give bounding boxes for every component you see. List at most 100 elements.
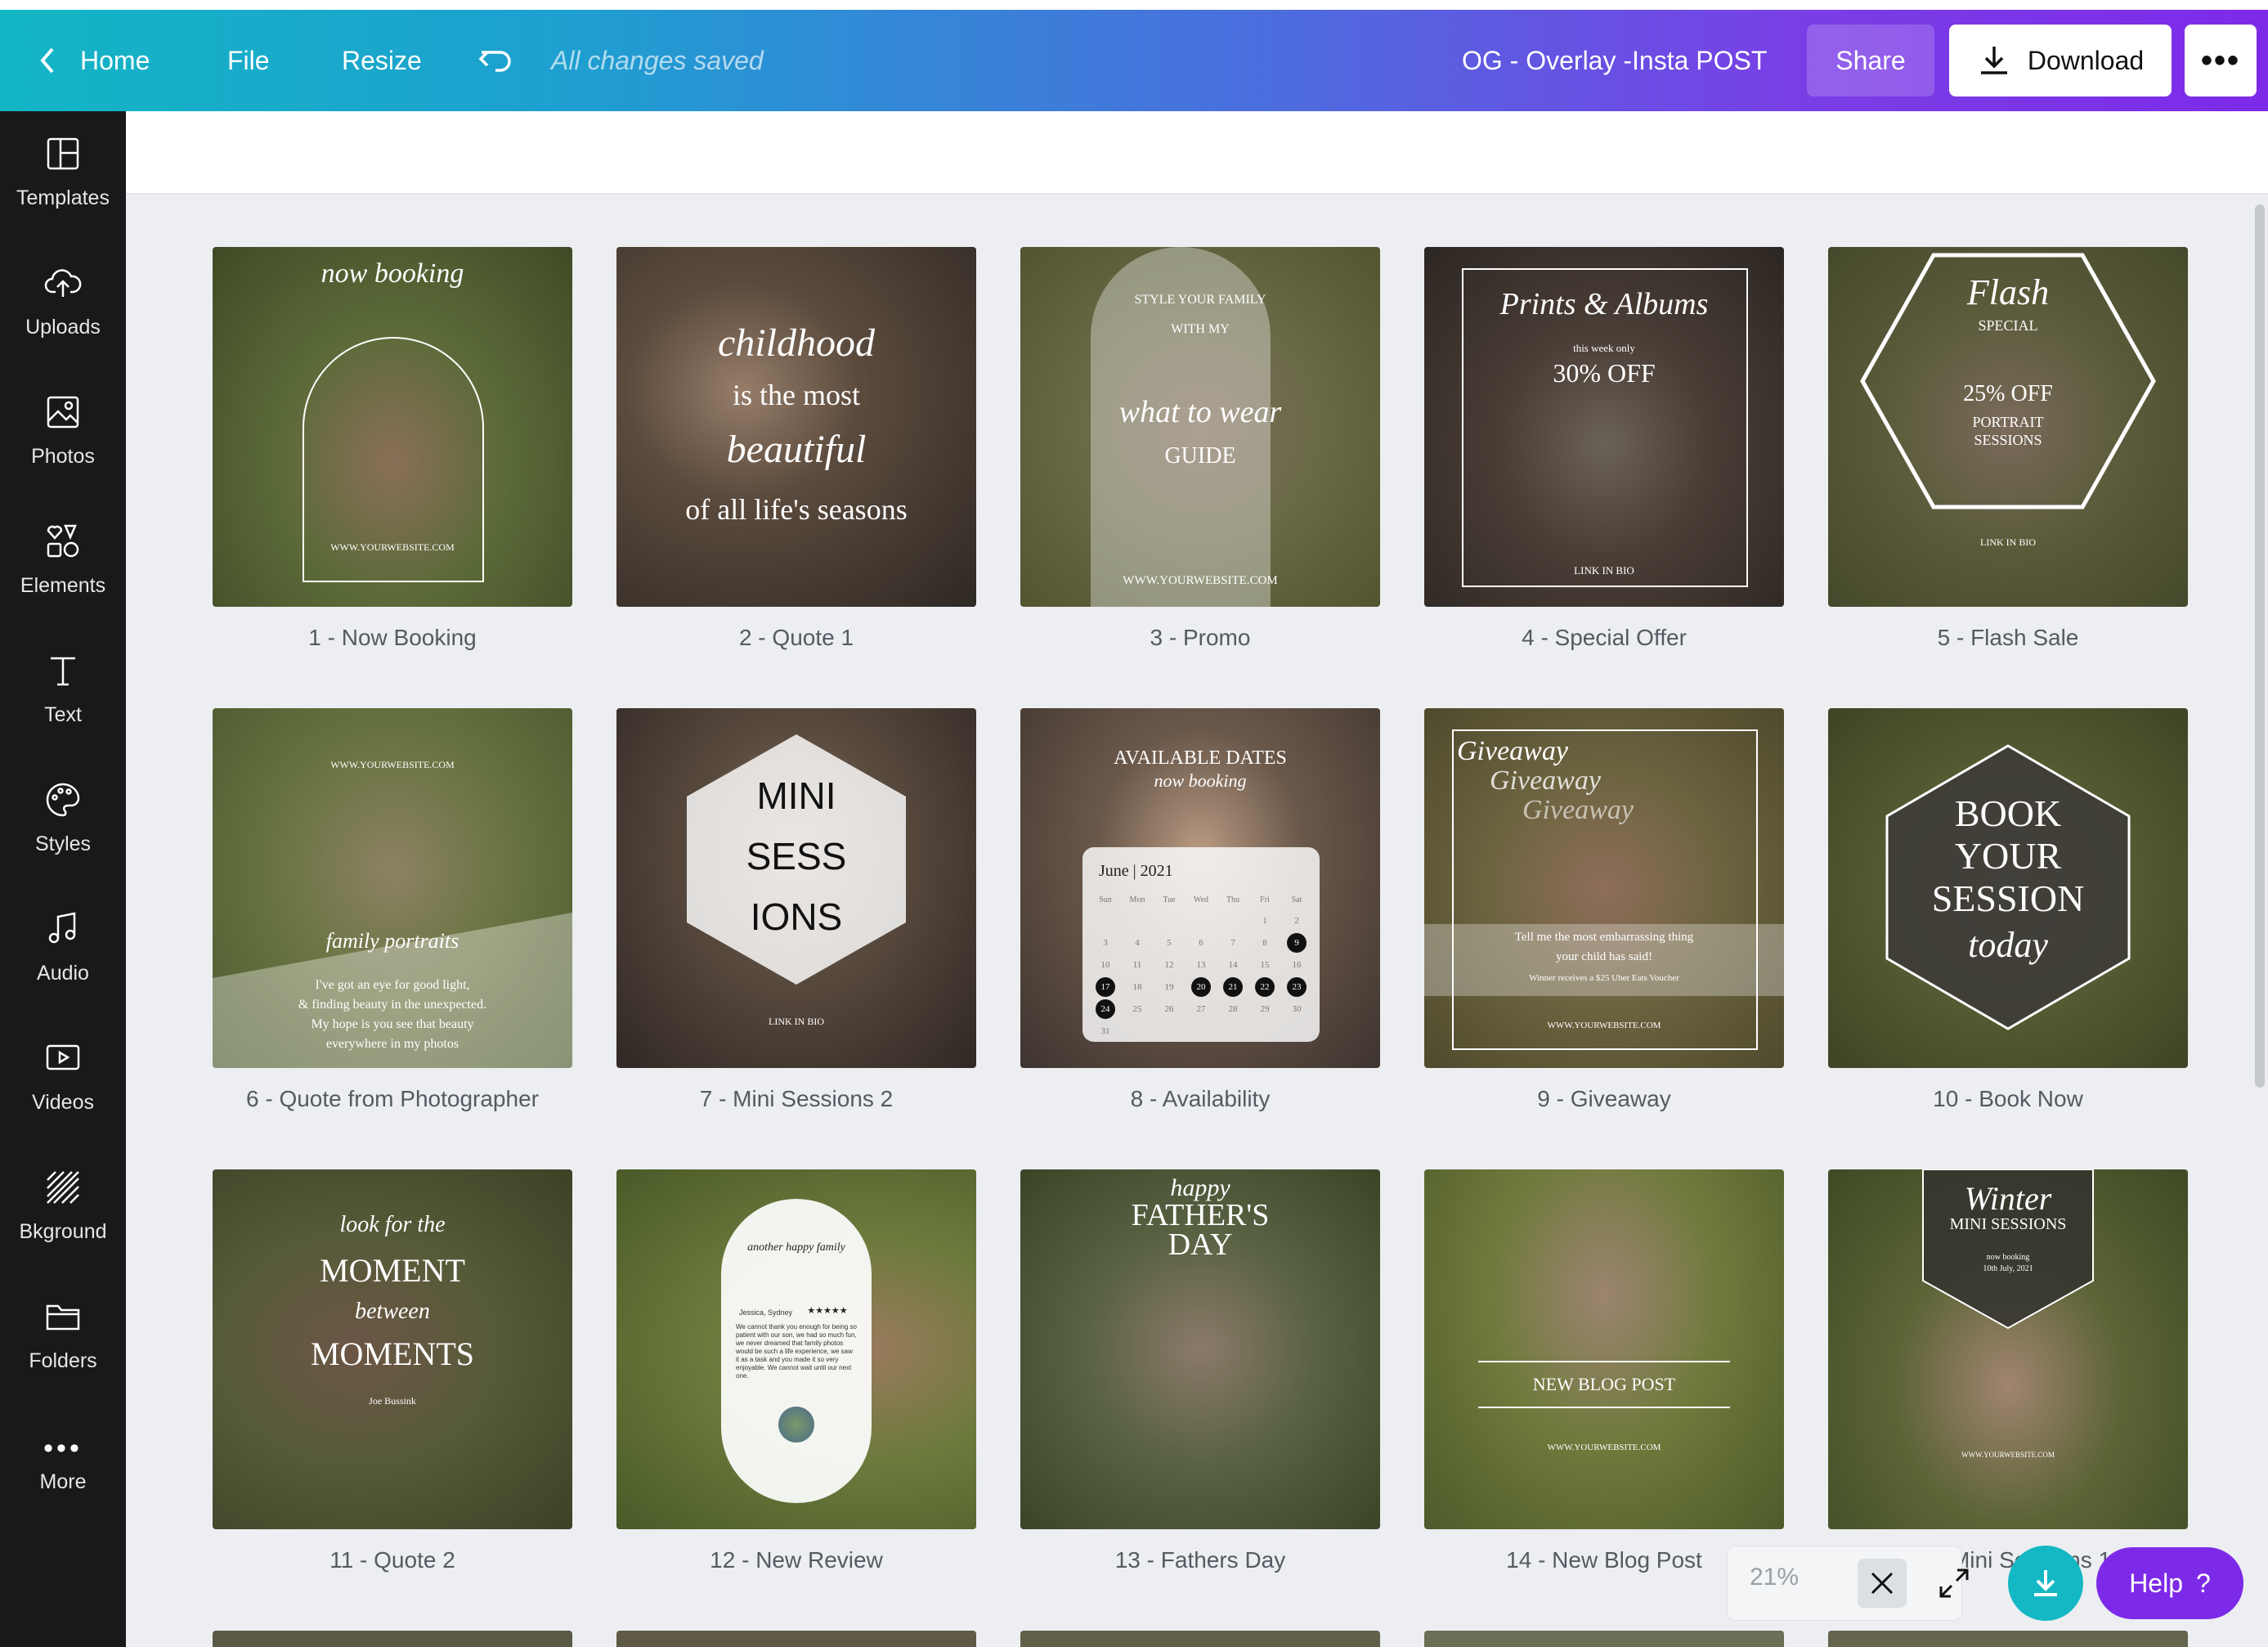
- close-icon: [1871, 1572, 1894, 1595]
- card-url: WWW.YOURWEBSITE.COM: [1547, 1443, 1661, 1452]
- page-label[interactable]: 9 - Giveaway: [1424, 1086, 1784, 1112]
- page-thumbnail-8[interactable]: AVAILABLE DATES now booking June | 2021 …: [1020, 708, 1380, 1068]
- page-label[interactable]: 11 - Quote 2: [213, 1547, 572, 1573]
- page-label[interactable]: 8 - Availability: [1020, 1086, 1380, 1112]
- calendar-day: [1223, 911, 1243, 931]
- calendar-week: 17 18 19 20 21 22 23: [1096, 976, 1307, 998]
- page-label[interactable]: 6 - Quote from Photographer: [213, 1086, 572, 1112]
- page-thumbnail-1[interactable]: now booking WWW.YOURWEBSITE.COM: [213, 247, 572, 607]
- page-label[interactable]: 7 - Mini Sessions 2: [616, 1086, 976, 1112]
- page-thumbnail-5[interactable]: Flash SPECIAL 25% OFF PORTRAIT SESSIONS …: [1828, 247, 2188, 607]
- page-label[interactable]: 13 - Fathers Day: [1020, 1547, 1380, 1573]
- page-thumbnail-2[interactable]: childhood is the most beautiful of all l…: [616, 247, 976, 607]
- flash-line-2: SESSIONS: [1974, 432, 2042, 448]
- sidebar-item-uploads[interactable]: Uploads: [0, 240, 126, 363]
- sidebar-item-label: Photos: [31, 445, 95, 468]
- calendar-day: 21: [1223, 976, 1243, 997]
- page-label[interactable]: 1 - Now Booking: [213, 625, 572, 651]
- sidebar-item-elements[interactable]: Elements: [0, 499, 126, 622]
- page-label[interactable]: 2 - Quote 1: [616, 625, 976, 651]
- video-icon: [44, 1039, 82, 1081]
- calendar-day: 13: [1196, 959, 1206, 970]
- page-label[interactable]: 4 - Special Offer: [1424, 625, 1784, 651]
- sidebar-item-templates[interactable]: Templates: [0, 111, 126, 234]
- page-thumbnail-11[interactable]: look for the MOMENT between MOMENTS Joe …: [213, 1169, 572, 1529]
- sidebar-item-audio[interactable]: Audio: [0, 886, 126, 1009]
- page-label[interactable]: 5 - Flash Sale: [1828, 625, 2188, 651]
- winter-booking: now booking: [1986, 1253, 2030, 1262]
- page-thumbnail-17[interactable]: [616, 1631, 976, 1647]
- page-thumbnail-7[interactable]: MINI SESS IONS LINK IN BIO: [616, 708, 976, 1068]
- calendar-day: 25: [1132, 1003, 1142, 1014]
- page-thumbnail-10[interactable]: BOOK YOUR SESSION today: [1828, 708, 2188, 1068]
- fullscreen-button[interactable]: [1930, 1559, 1979, 1608]
- folder-icon: [44, 1298, 82, 1340]
- pages-grid-view: now booking WWW.YOURWEBSITE.COM childhoo…: [126, 195, 2268, 1647]
- page-thumbnail-19[interactable]: [1424, 1631, 1784, 1647]
- page-label[interactable]: 10 - Book Now: [1828, 1086, 2188, 1112]
- save-status: All changes saved: [551, 45, 764, 75]
- calendar-day: [1223, 1021, 1243, 1041]
- sidebar-item-styles[interactable]: Styles: [0, 757, 126, 880]
- share-button[interactable]: Share: [1807, 25, 1934, 96]
- promo-line-1: STYLE YOUR FAMILY: [1134, 293, 1266, 307]
- sidebar-item-background[interactable]: Bkground: [0, 1145, 126, 1268]
- close-grid-view-button[interactable]: [1858, 1559, 1907, 1608]
- page-thumbnail-9[interactable]: Giveaway Giveaway Giveaway Tell me the m…: [1424, 708, 1784, 1068]
- sidebar-item-videos[interactable]: Videos: [0, 1016, 126, 1138]
- scrollbar-thumb[interactable]: [2255, 204, 2265, 1088]
- calendar-weekdays: Sun Mon Tue Wed Thu Fri Sat: [1096, 890, 1307, 909]
- promo-line-3: what to wear: [1118, 395, 1282, 429]
- quick-download-button[interactable]: [2008, 1546, 2083, 1621]
- calendar-day: 24: [1096, 999, 1115, 1019]
- undo-button[interactable]: [477, 10, 515, 111]
- page-thumbnail-20[interactable]: [1828, 1631, 2188, 1647]
- calendar-month: June | 2021: [1099, 862, 1173, 880]
- zoom-level[interactable]: 21%: [1750, 1564, 1799, 1591]
- page-label[interactable]: 3 - Promo: [1020, 625, 1380, 651]
- quote-line-4: of all life's seasons: [685, 493, 908, 526]
- help-button[interactable]: Help ?: [2096, 1547, 2243, 1619]
- page-thumbnail-12[interactable]: another happy family Jessica, Sydney ★★★…: [616, 1169, 976, 1529]
- reviewer-avatar: [778, 1407, 814, 1443]
- page-thumbnail-16[interactable]: [213, 1631, 572, 1647]
- background-pattern-icon: [44, 1169, 82, 1210]
- calendar-day: 12: [1164, 959, 1174, 970]
- calendar-weekday: Thu: [1226, 895, 1240, 904]
- sidebar-item-more[interactable]: ••• More: [0, 1403, 126, 1526]
- home-button[interactable]: Home: [36, 10, 150, 111]
- calendar-week: 10 11 12 13 14 15 16: [1096, 954, 1307, 976]
- quote2-line-4: MOMENTS: [310, 1335, 475, 1372]
- calendar-day: 7: [1230, 937, 1235, 948]
- card-url: WWW.YOURWEBSITE.COM: [1547, 1021, 1661, 1030]
- page-thumbnail-3[interactable]: STYLE YOUR FAMILY WITH MY what to wear G…: [1020, 247, 1380, 607]
- page-label[interactable]: 12 - New Review: [616, 1547, 976, 1573]
- page-thumbnail-14[interactable]: NEW BLOG POST WWW.YOURWEBSITE.COM: [1424, 1169, 1784, 1529]
- page-thumbnail-15[interactable]: Winter MINI SESSIONS now booking 10th Ju…: [1828, 1169, 2188, 1529]
- page-thumbnail-4[interactable]: Prints & Albums this week only 30% OFF L…: [1424, 247, 1784, 607]
- resize-button[interactable]: Resize: [342, 10, 422, 111]
- sidebar-item-folders[interactable]: Folders: [0, 1274, 126, 1397]
- file-menu-button[interactable]: File: [227, 10, 270, 111]
- calendar-grid: Sun Mon Tue Wed Thu Fri Sat 1 2 3 4 5 6 7 8 9 10 11 12 13 14…: [1096, 890, 1307, 1042]
- calendar-day: [1255, 1021, 1275, 1041]
- offer-link: LINK IN BIO: [1574, 564, 1634, 577]
- quote2-line-1: look for the: [339, 1212, 446, 1237]
- sidebar-item-photos[interactable]: Photos: [0, 370, 126, 492]
- page-thumbnail-18[interactable]: [1020, 1631, 1380, 1647]
- sidebar-item-label: Templates: [16, 186, 110, 209]
- page-thumbnail-6[interactable]: WWW.YOURWEBSITE.COM family portraits I'v…: [213, 708, 572, 1068]
- download-button[interactable]: Download: [1949, 25, 2172, 96]
- quote-text-4: everywhere in my photos: [325, 1037, 459, 1051]
- calendar-day: [1159, 1021, 1179, 1041]
- book-line-2: YOUR: [1954, 835, 2062, 877]
- sidebar-item-text[interactable]: Text: [0, 628, 126, 751]
- quote2-author: Joe Bussink: [369, 1395, 416, 1407]
- page-thumbnail-13[interactable]: happy FATHER'S DAY: [1020, 1169, 1380, 1529]
- review-stars: ★★★★★: [807, 1305, 848, 1316]
- quote-text-3: My hope is you see that beauty: [311, 1017, 474, 1031]
- calendar-day: 22: [1255, 976, 1275, 997]
- document-title[interactable]: OG - Overlay -Insta POST: [1462, 10, 1767, 111]
- calendar-day: 15: [1260, 959, 1270, 970]
- more-options-button[interactable]: •••: [2185, 25, 2257, 96]
